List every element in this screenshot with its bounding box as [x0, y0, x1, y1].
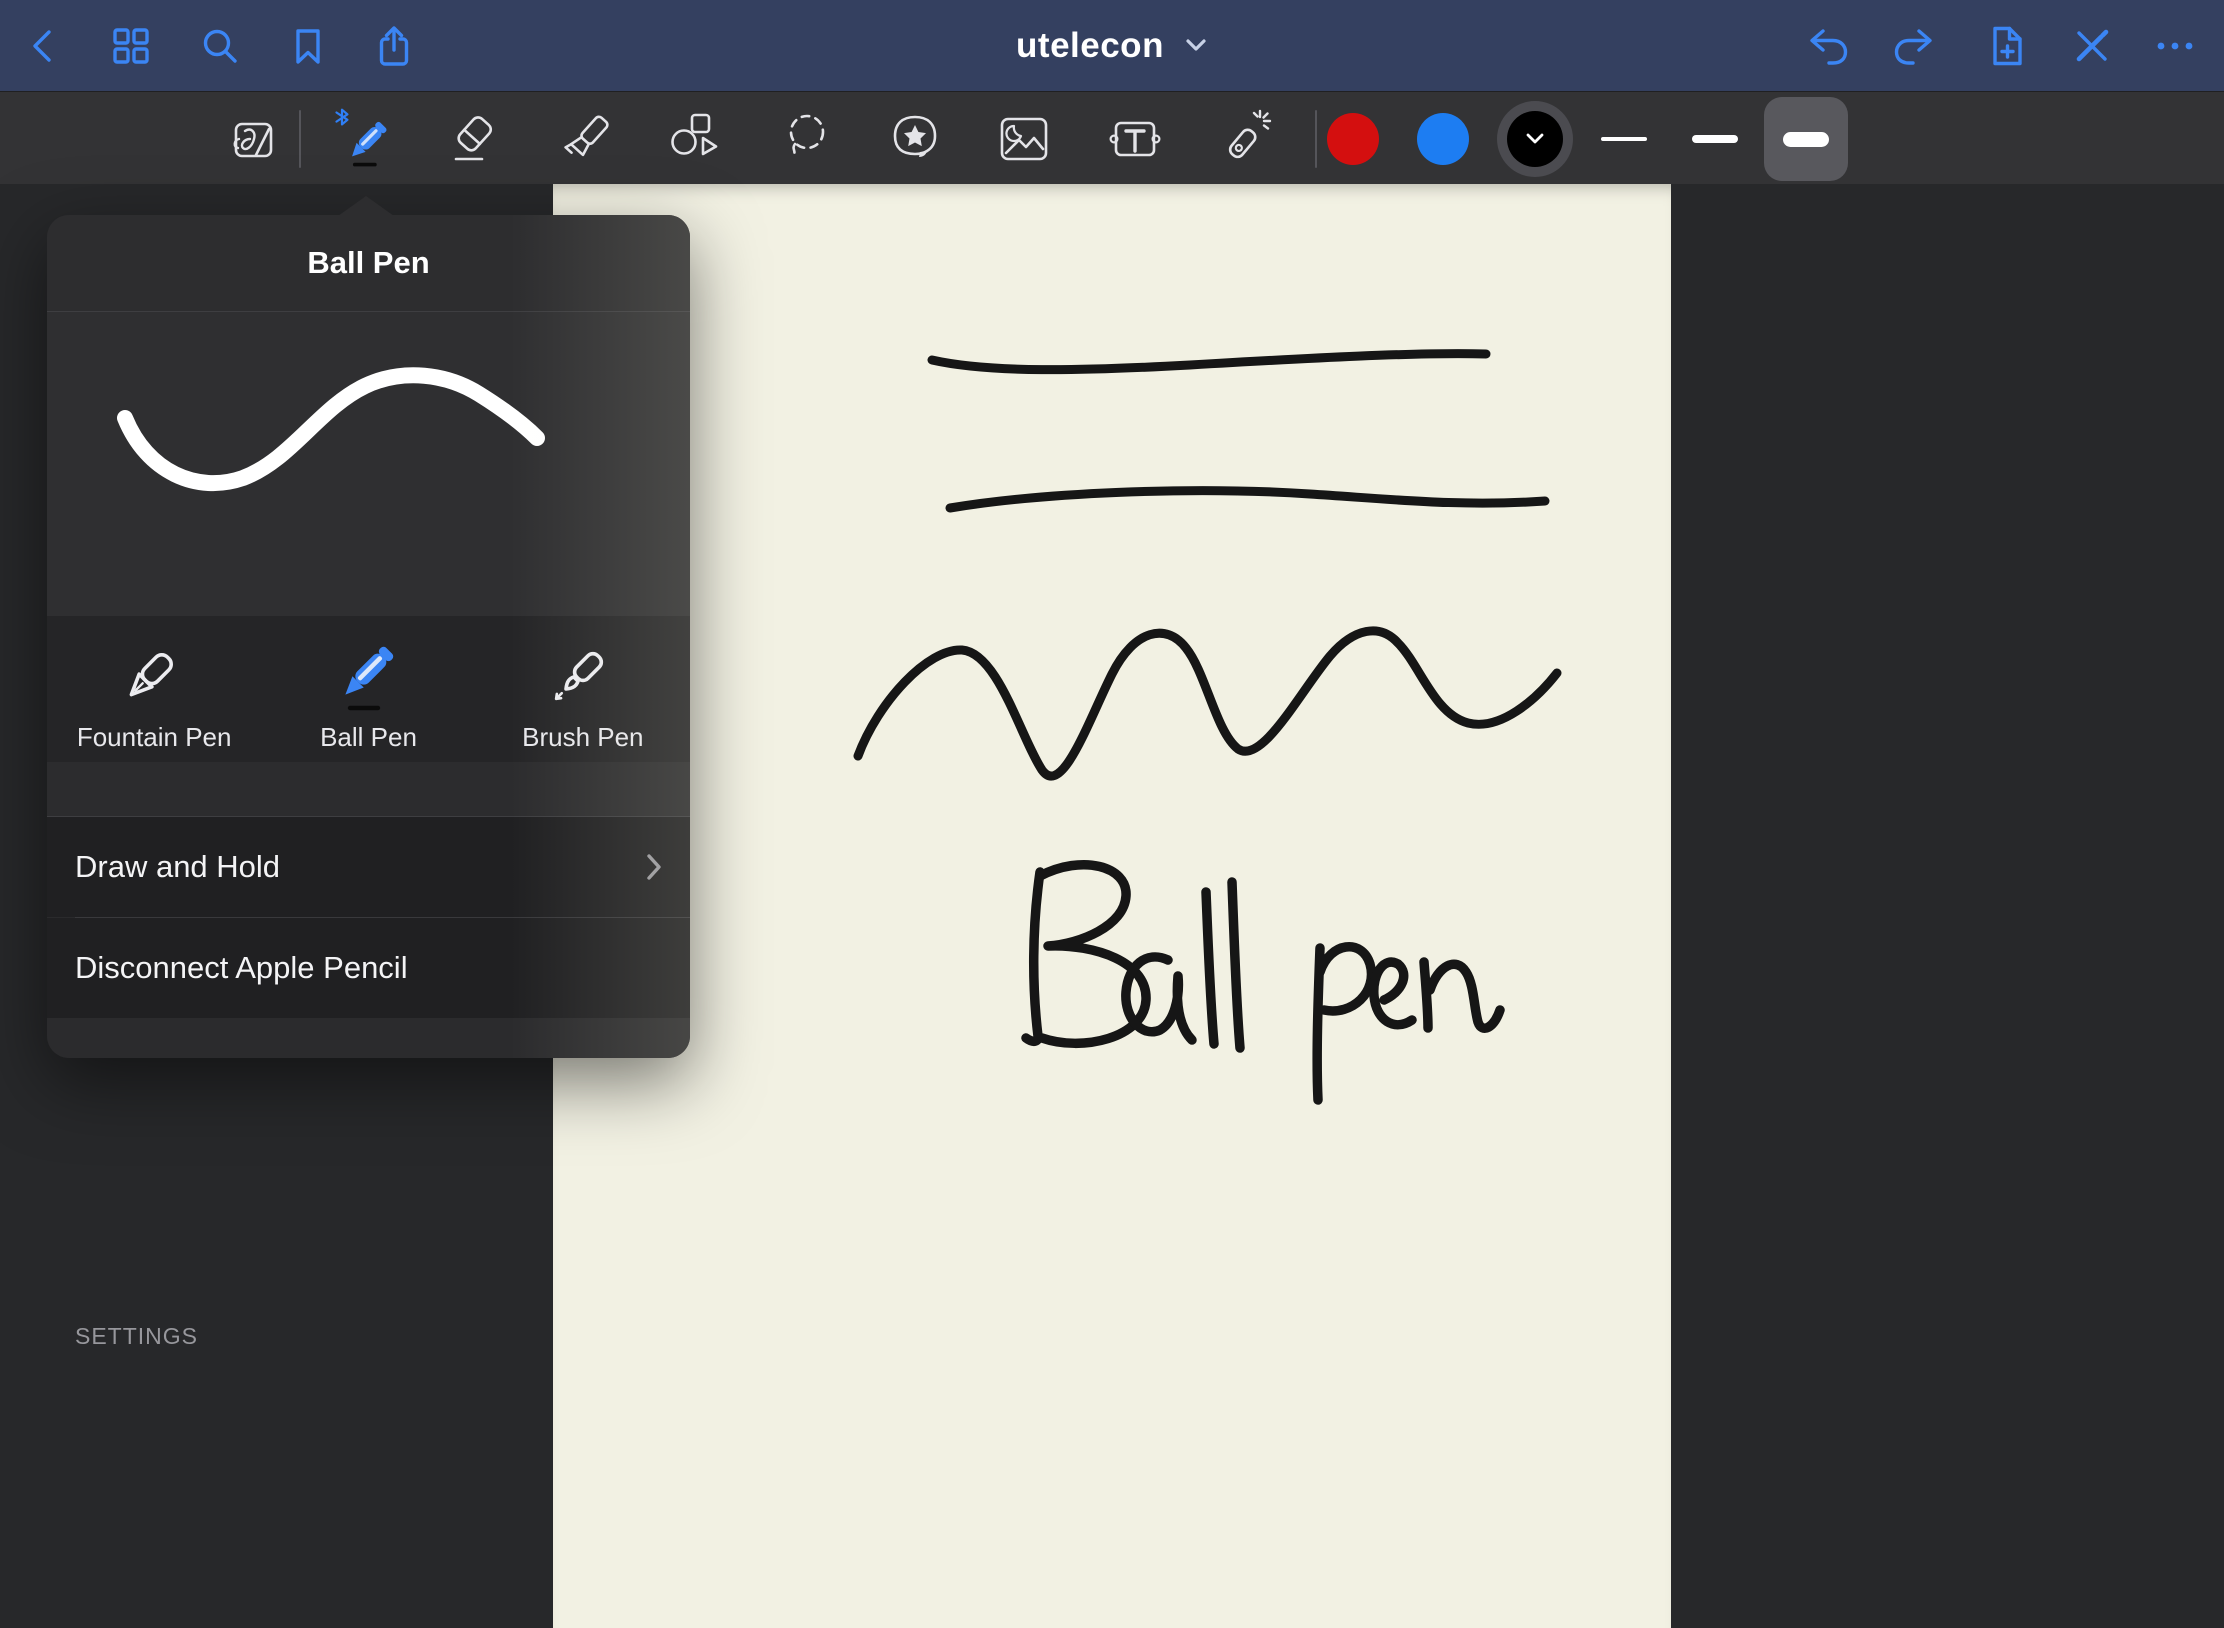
- draw-and-hold-row[interactable]: Draw and Hold: [47, 817, 690, 917]
- document-title: utelecon: [1016, 26, 1164, 66]
- color-swatch-red[interactable]: [1327, 113, 1379, 165]
- black-color-circle: [1507, 111, 1563, 167]
- lasso-icon: [774, 107, 838, 171]
- shapes-icon: [662, 107, 726, 171]
- pen-style-option-label: Brush Pen: [522, 722, 643, 759]
- more-button[interactable]: [2148, 19, 2202, 73]
- ink-wave: [858, 631, 1557, 776]
- stroke-width-thin-button[interactable]: [1582, 97, 1666, 181]
- image-tool-button[interactable]: [992, 92, 1056, 185]
- ink-line-2: [950, 491, 1545, 508]
- stylus-crossed-icon: [2068, 22, 2116, 70]
- text-icon: [1103, 107, 1167, 171]
- eraser-tool-button[interactable]: [443, 92, 507, 185]
- pen-style-section-header: PEN STYLE: [47, 562, 690, 616]
- disconnect-apple-pencil-label: Disconnect Apple Pencil: [75, 950, 408, 986]
- popover-header: Ball Pen: [47, 215, 690, 311]
- pen-tool-icon: [331, 103, 395, 175]
- stroke-preview-panel: [47, 312, 690, 562]
- laser-pointer-tool-button[interactable]: [1214, 92, 1278, 185]
- redo-icon: [1891, 22, 1939, 70]
- brush-pen-icon: [537, 626, 629, 718]
- more-ellipsis-icon: [2151, 22, 2199, 70]
- navigation-bar: utelecon: [0, 0, 2224, 91]
- ball-pen-icon: [322, 626, 414, 718]
- medium-stroke-mark: [1692, 135, 1738, 143]
- color-swatch-blue[interactable]: [1417, 113, 1469, 165]
- zoom-window-icon: [223, 109, 283, 169]
- canvas-area: Ball Pen PEN STYLE: [0, 184, 2224, 1628]
- popover-arrow: [338, 196, 394, 216]
- stroke-preview-sample: [47, 312, 690, 562]
- ink-strokes: [553, 184, 1671, 1628]
- handwriting-ball-pen: [1026, 865, 1500, 1100]
- undo-button[interactable]: [1800, 19, 1854, 73]
- elements-sticker-icon: [883, 107, 947, 171]
- toolbar-divider: [1315, 110, 1317, 168]
- shapes-tool-button[interactable]: [662, 92, 726, 185]
- redo-button[interactable]: [1888, 19, 1942, 73]
- pen-style-option-label: Ball Pen: [320, 722, 417, 759]
- fountain-pen-icon: [108, 626, 200, 718]
- pen-style-brush-pen[interactable]: Brush Pen: [483, 619, 683, 759]
- zoom-window-tool-button[interactable]: [221, 92, 285, 185]
- text-tool-button[interactable]: [1103, 92, 1167, 185]
- thick-stroke-mark: [1783, 132, 1829, 147]
- toolbar-divider: [299, 110, 301, 168]
- pen-tool-button[interactable]: [331, 92, 395, 185]
- lasso-tool-button[interactable]: [774, 92, 838, 185]
- thin-stroke-mark: [1601, 137, 1647, 141]
- pen-style-options-row: Fountain Pen Ball Pen: [47, 616, 690, 762]
- stroke-width-thick-button-selected[interactable]: [1764, 97, 1848, 181]
- laser-pointer-icon: [1214, 107, 1278, 171]
- image-icon: [992, 107, 1056, 171]
- add-page-icon: [1982, 22, 2030, 70]
- stroke-width-medium-button[interactable]: [1673, 97, 1757, 181]
- pen-style-fountain-pen[interactable]: Fountain Pen: [54, 619, 254, 759]
- eraser-icon: [443, 107, 507, 171]
- popover-title: Ball Pen: [307, 245, 429, 281]
- pen-style-ball-pen-selected[interactable]: Ball Pen: [268, 619, 468, 759]
- elements-tool-button[interactable]: [883, 92, 947, 185]
- highlighter-icon: [557, 107, 621, 171]
- add-page-button[interactable]: [1979, 19, 2033, 73]
- color-swatch-black-selected[interactable]: [1497, 101, 1573, 177]
- settings-label: SETTINGS: [75, 1323, 198, 1350]
- tool-bar: [0, 91, 2224, 184]
- disconnect-apple-pencil-row[interactable]: Disconnect Apple Pencil: [47, 918, 690, 1018]
- settings-section-header: SETTINGS: [47, 762, 690, 816]
- pen-style-option-label: Fountain Pen: [77, 722, 232, 759]
- chevron-down-icon: [1525, 132, 1545, 146]
- undo-icon: [1803, 22, 1851, 70]
- chevron-down-icon: [1184, 38, 1208, 54]
- stylus-toggle-button[interactable]: [2065, 19, 2119, 73]
- draw-and-hold-label: Draw and Hold: [75, 849, 280, 885]
- highlighter-tool-button[interactable]: [557, 92, 621, 185]
- ink-line-1: [932, 354, 1486, 370]
- pen-settings-popover: Ball Pen PEN STYLE: [47, 215, 690, 1058]
- app-window: utelecon: [0, 0, 2224, 1628]
- popover-footer: [47, 1018, 690, 1058]
- chevron-right-icon: [646, 853, 662, 881]
